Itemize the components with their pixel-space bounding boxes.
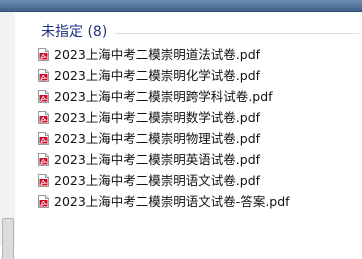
group-title: 未指定 (8) (41, 24, 108, 40)
pdf-file-icon (38, 153, 49, 166)
file-list-item[interactable]: 2023上海中考二模崇明英语试卷.pdf (38, 149, 290, 170)
file-list-item[interactable]: 2023上海中考二模崇明跨学科试卷.pdf (38, 86, 290, 107)
file-list: 2023上海中考二模崇明道法试卷.pdf 2023上海中考二模崇明化学试卷.pd… (38, 44, 290, 212)
window-title-bar (0, 0, 362, 12)
pdf-file-icon (38, 48, 49, 61)
file-list-item[interactable]: 2023上海中考二模崇明语文试卷.pdf (38, 170, 290, 191)
file-list-item[interactable]: 2023上海中考二模崇明物理试卷.pdf (38, 128, 290, 149)
pdf-file-icon (38, 111, 49, 124)
file-list-item[interactable]: 2023上海中考二模崇明数学试卷.pdf (38, 107, 290, 128)
group-divider (115, 32, 359, 34)
file-name: 2023上海中考二模崇明英语试卷.pdf (54, 151, 261, 167)
file-list-item[interactable]: 2023上海中考二模崇明语文试卷-答案.pdf (38, 191, 290, 212)
file-name: 2023上海中考二模崇明物理试卷.pdf (54, 130, 261, 146)
file-name: 2023上海中考二模崇明化学试卷.pdf (54, 67, 261, 83)
file-name: 2023上海中考二模崇明数学试卷.pdf (54, 109, 261, 125)
file-name: 2023上海中考二模崇明道法试卷.pdf (54, 46, 261, 62)
group-header-unspecified[interactable]: 未指定 (8) (41, 22, 359, 42)
file-name: 2023上海中考二模崇明跨学科试卷.pdf (54, 88, 273, 104)
pdf-file-icon (38, 132, 49, 145)
scrollbar-thumb[interactable] (2, 218, 14, 259)
file-list-item[interactable]: 2023上海中考二模崇明化学试卷.pdf (38, 65, 290, 86)
vertical-scrollbar[interactable] (0, 12, 15, 259)
file-name: 2023上海中考二模崇明语文试卷-答案.pdf (54, 193, 290, 209)
pdf-file-icon (38, 195, 49, 208)
pdf-file-icon (38, 90, 49, 103)
file-name: 2023上海中考二模崇明语文试卷.pdf (54, 172, 261, 188)
pdf-file-icon (38, 69, 49, 82)
pdf-file-icon (38, 174, 49, 187)
file-list-item[interactable]: 2023上海中考二模崇明道法试卷.pdf (38, 44, 290, 65)
